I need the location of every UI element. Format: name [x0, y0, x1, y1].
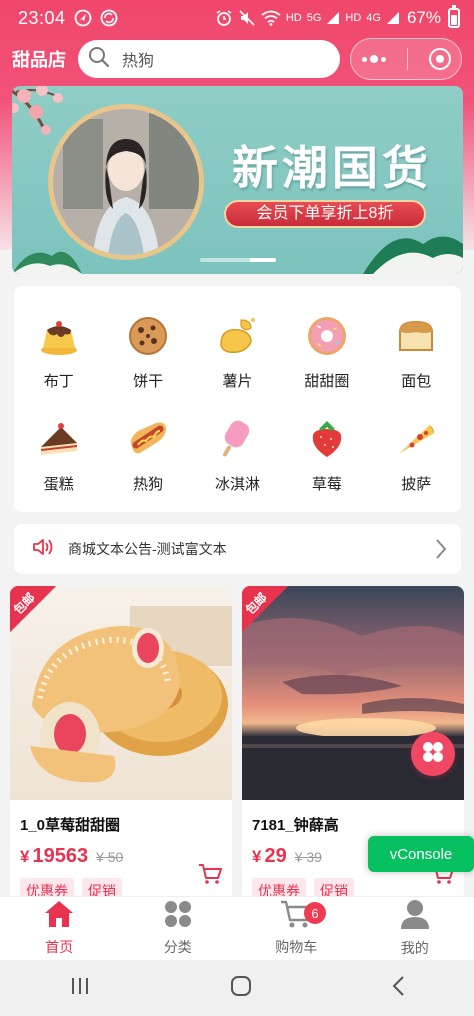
nav-bar: 甜品店 热狗: [0, 38, 474, 80]
home-button[interactable]: [230, 975, 252, 1002]
banner-headline: 新潮国货: [232, 141, 432, 195]
tab-label: 购物车: [275, 939, 318, 955]
tab-category[interactable]: 分类: [119, 897, 238, 960]
cake-icon: [37, 417, 81, 461]
sync-icon: [100, 9, 118, 27]
category-item-bread[interactable]: 面包: [372, 314, 461, 391]
category-grid: 布丁 饼干 薯片 甜甜圈 面包 蛋糕 热狗 冰淇淋 草莓 披萨: [14, 286, 461, 512]
bread-icon: [394, 314, 438, 358]
signal-icon-2: [386, 11, 400, 25]
tab-label: 我的: [400, 940, 429, 956]
battery-icon: [448, 5, 460, 28]
hills-right-decoration: [363, 236, 463, 274]
product-price: ¥19563: [20, 845, 89, 867]
home-icon: [44, 900, 74, 933]
announcement-text: 商城文本公告-测试富文本: [68, 541, 227, 557]
chevron-right-icon: [435, 538, 447, 565]
recent-apps-button[interactable]: [69, 976, 91, 1001]
category-item-strawberry[interactable]: 草莓: [282, 417, 371, 494]
category-item-chips[interactable]: 薯片: [193, 314, 282, 391]
strawberry-icon: [305, 417, 349, 461]
category-label: 蛋糕: [43, 476, 74, 493]
wifi-icon: [261, 10, 281, 26]
system-navigation-bar: [0, 960, 474, 1016]
product-image: 包邮: [10, 586, 232, 800]
status-bar: 23:04 HD 5G HD 4G 67%: [0, 0, 474, 36]
category-item-cookie[interactable]: 饼干: [103, 314, 192, 391]
close-mini-program-button[interactable]: [428, 48, 451, 70]
search-placeholder: 热狗: [122, 53, 155, 70]
search-icon: [88, 46, 110, 73]
shop-name: 甜品店: [12, 50, 66, 70]
add-to-cart-icon[interactable]: [198, 863, 222, 890]
tab-profile[interactable]: 我的: [356, 897, 474, 960]
cookie-icon: [126, 314, 170, 358]
category-label: 草莓: [311, 476, 342, 493]
category-item-cake[interactable]: 蛋糕: [14, 417, 103, 494]
ice-cream-icon: [215, 417, 259, 461]
category-label: 甜甜圈: [304, 373, 350, 390]
category-item-pizza[interactable]: 披萨: [372, 417, 461, 494]
tab-label: 分类: [163, 939, 192, 955]
category-label: 冰淇淋: [214, 476, 260, 493]
promo-banner[interactable]: 新潮国货 会员下单享折上8折: [12, 86, 463, 274]
product-name: 7181_钟薛高: [252, 817, 339, 834]
hotdog-icon: [126, 417, 170, 461]
product-name: 1_0草莓甜甜圈: [20, 817, 121, 834]
free-shipping-badge: 包邮: [10, 586, 56, 632]
mini-program-capsule: [350, 38, 462, 80]
hills-decoration: [12, 251, 82, 274]
category-item-ice-cream[interactable]: 冰淇淋: [193, 417, 282, 494]
banner-indicator: [200, 258, 276, 262]
tab-home[interactable]: 首页: [0, 897, 119, 960]
category-label: 热狗: [133, 476, 164, 493]
bottom-tab-bar: 首页 分类 购物车 我的: [0, 896, 474, 960]
alarm-icon: [215, 9, 233, 27]
category-label: 薯片: [222, 373, 253, 390]
product-original-price: ¥ 50: [96, 849, 124, 865]
signal-icon: [326, 11, 340, 25]
product-price: ¥29: [252, 845, 287, 867]
category-label: 披萨: [401, 476, 432, 493]
product-original-price: ¥ 39: [294, 849, 322, 865]
search-input[interactable]: 热狗: [78, 40, 340, 78]
announcement-bar[interactable]: 商城文本公告-测试富文本: [14, 524, 461, 574]
network-hd2-label: HD: [345, 12, 362, 24]
category-item-hotdog[interactable]: 热狗: [103, 417, 192, 494]
grid-icon: [164, 900, 192, 933]
donut-icon: [305, 314, 349, 358]
back-button[interactable]: [391, 975, 405, 1002]
pizza-icon: [394, 417, 438, 461]
mute-icon: [238, 9, 256, 27]
clover-icon: [421, 740, 445, 769]
tab-cart[interactable]: 购物车: [237, 897, 356, 960]
network-4g-label: 4G: [366, 12, 381, 24]
free-shipping-badge: 包邮: [242, 586, 288, 632]
pudding-icon: [37, 314, 81, 358]
category-item-donut[interactable]: 甜甜圈: [282, 314, 371, 391]
speaker-icon: [32, 537, 54, 562]
network-hd-label: HD: [285, 12, 302, 24]
chips-icon: [215, 314, 259, 358]
product-card[interactable]: 包邮 1_0草莓甜甜圈 ¥19563 ¥ 50 优惠券 促销: [10, 586, 232, 900]
user-icon: [400, 899, 430, 934]
category-label: 饼干: [133, 373, 164, 390]
tab-label: 首页: [45, 939, 74, 955]
category-item-pudding[interactable]: 布丁: [14, 314, 103, 391]
vconsole-button[interactable]: vConsole: [368, 836, 474, 872]
status-time: 23:04: [18, 7, 66, 28]
cart-count-badge: 6: [304, 902, 326, 924]
navigation-arrow-icon: [74, 9, 92, 27]
category-label: 布丁: [43, 373, 74, 390]
network-5g-label: 5G: [306, 12, 322, 24]
category-label: 面包: [401, 373, 432, 390]
battery-percent: 67%: [406, 8, 441, 27]
floating-menu-button[interactable]: [411, 732, 455, 776]
more-menu-button[interactable]: [361, 55, 386, 63]
